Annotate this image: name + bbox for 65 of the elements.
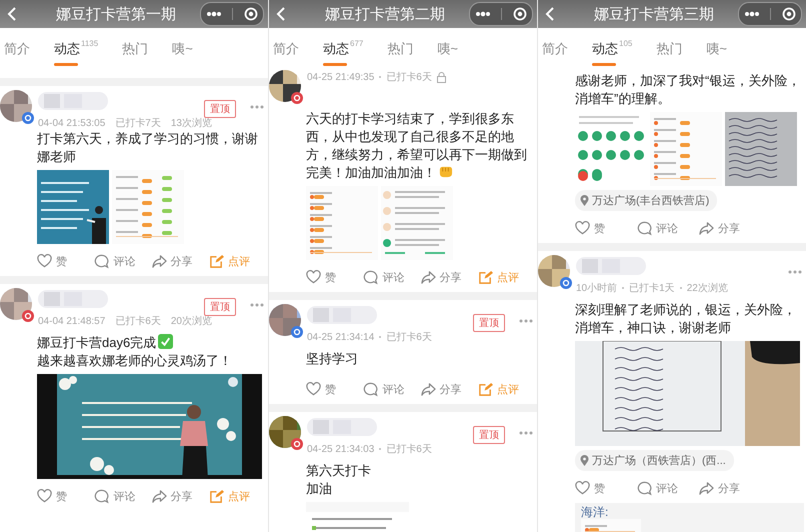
tab[interactable]: 简介 <box>4 40 30 62</box>
post-text: 娜豆打卡营day6完成 <box>37 334 266 352</box>
review-button[interactable]: 点评 <box>208 488 266 504</box>
comment-button[interactable]: 评论 <box>637 480 699 496</box>
review-button[interactable]: 点评 <box>208 254 266 268</box>
post-text: 第六天打卡 <box>306 462 372 480</box>
post-time: 04-25 21:34:03 <box>307 444 374 454</box>
check-in-days: 已打卡6天 <box>386 70 432 84</box>
like-button[interactable]: 赞 <box>306 270 364 284</box>
like-button[interactable]: 赞 <box>575 480 637 496</box>
pinned-badge: 置顶 <box>473 426 505 444</box>
view-count: 22次浏览 <box>686 282 728 295</box>
post-text: 打卡第六天，养成了学习的习惯，谢谢娜老师 <box>37 130 259 166</box>
post-time: 04-04 21:48:57 <box>38 316 106 326</box>
tab[interactable]: 热门 <box>387 40 414 62</box>
tab[interactable]: 咦~ <box>706 40 727 62</box>
comment-button[interactable]: 评论 <box>363 382 420 396</box>
like-button[interactable]: 赞 <box>37 488 94 504</box>
tab[interactable]: 简介 <box>273 40 299 62</box>
tab[interactable]: 咦~ <box>437 40 458 62</box>
share-button[interactable]: 分享 <box>420 382 478 396</box>
view-count: 13次浏览 <box>170 116 212 130</box>
post-text: 六天的打卡学习结束了，学到很多东西，从中也发现了自己很多不足的地方，继续努力，希望可以再下一期做到完美！加油加油加油！ <box>306 110 528 182</box>
window-title: 娜豆打卡营第一期 <box>55 4 177 24</box>
post-text: 深刻理解了老师说的，银运，关外险，消增车，神口诀，谢谢老师 <box>575 301 797 337</box>
like-button[interactable]: 赞 <box>306 382 364 396</box>
pinned-badge: 置顶 <box>204 100 236 118</box>
share-button[interactable]: 分享 <box>699 480 761 496</box>
check-in-days: 已打卡1天 <box>629 281 675 295</box>
comment-author[interactable]: 海洋: <box>581 505 798 519</box>
comment-button[interactable]: 评论 <box>363 270 420 284</box>
post-text: 加油 <box>306 480 333 498</box>
post-text: 坚持学习 <box>306 350 359 368</box>
location-tag[interactable]: 万达广场（西铁营店）(西... <box>575 450 734 471</box>
check-in-days: 已打卡7天 <box>115 116 161 130</box>
pinned-badge: 置顶 <box>473 314 505 332</box>
post-text: 感谢老师，加深了我对“银运，关外险，消增车”的理解。 <box>575 72 802 108</box>
tab[interactable]: 热门 <box>122 40 148 62</box>
post-time: 04-25 21:49:35 <box>307 72 374 82</box>
like-button[interactable]: 赞 <box>575 220 637 236</box>
like-button[interactable]: 赞 <box>37 254 94 268</box>
review-button[interactable]: 点评 <box>478 270 535 284</box>
check-in-days: 已打卡6天 <box>386 330 432 344</box>
view-count: 20次浏览 <box>170 314 212 328</box>
post-text: 越来越喜欢娜老师的心灵鸡汤了！ <box>37 352 233 370</box>
check-in-days: 已打卡6天 <box>386 442 432 456</box>
review-button[interactable]: 点评 <box>478 382 535 396</box>
tab[interactable]: 咦~ <box>172 40 193 62</box>
location-tag[interactable]: 万达广场(丰台西铁营店) <box>575 190 718 211</box>
post-time: 04-04 21:53:05 <box>38 118 106 128</box>
share-button[interactable]: 分享 <box>152 254 209 268</box>
check-in-days: 已打卡6天 <box>115 314 161 328</box>
window-title: 娜豆打卡营第二期 <box>324 4 446 24</box>
post-time: 10小时前 <box>576 282 618 295</box>
share-button[interactable]: 分享 <box>699 220 761 236</box>
share-button[interactable]: 分享 <box>420 270 478 284</box>
pinned-badge: 置顶 <box>204 298 236 316</box>
tab[interactable]: 热门 <box>656 40 682 62</box>
comment-button[interactable]: 评论 <box>637 220 699 236</box>
comment-button[interactable]: 评论 <box>94 488 152 504</box>
tab[interactable]: 简介 <box>542 40 568 62</box>
window-title: 娜豆打卡营第三期 <box>593 4 715 24</box>
comment-button[interactable]: 评论 <box>94 254 152 268</box>
post-time: 04-25 21:34:14 <box>307 332 374 342</box>
share-button[interactable]: 分享 <box>152 488 209 504</box>
